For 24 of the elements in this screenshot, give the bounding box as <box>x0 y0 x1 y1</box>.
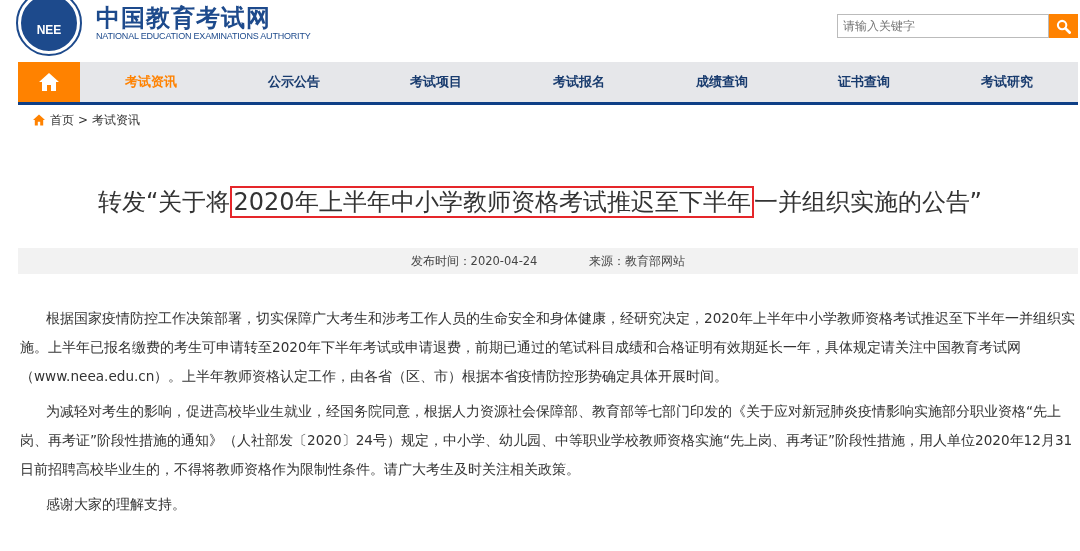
nav-tab[interactable]: 公示公告 <box>222 62 366 102</box>
nav-tab[interactable]: 考试研究 <box>935 62 1079 102</box>
site-name: 中国教育考试网 <box>96 4 272 32</box>
publish-date: 发布时间：2020-04-24 <box>410 252 538 270</box>
home-icon <box>32 114 46 126</box>
search-icon <box>1056 18 1071 34</box>
breadcrumb-link[interactable]: 首页 <box>50 111 74 129</box>
breadcrumb-separator: > <box>78 112 89 129</box>
breadcrumb-link[interactable]: 考试资讯 <box>92 111 141 129</box>
article-paragraph: 为减轻对考生的影响，促进高校毕业生就业，经国务院同意，根据人力资源社会保障部、教育部等七部门印发的《关于应对新冠肺炎疫情影响实施部分职业资格“先上岗、再考证”阶段性措施的通知》（人社部发〔2020〕24号）规定，中小学、幼儿园、中等职业学校教师资格实施“先上岗、再考证”阶段性措施，用人单位2020年12月31日前招聘高校毕业生的，不得将教师资格作为限制性条件。请广大考生及时关注相关政策。 <box>19 402 1074 480</box>
home-icon <box>38 72 60 92</box>
home-button[interactable] <box>18 62 80 102</box>
article-paragraph: 感谢大家的理解支持。 <box>45 495 187 515</box>
nav-tab[interactable]: 考试项目 <box>365 62 508 102</box>
article-source: 来源：教育部网站 <box>589 252 686 270</box>
article-paragraph: 根据国家疫情防控工作决策部署，切实保障广大考生和涉考工作人员的生命安全和身体健康，经研究决定，2020年上半年中小学教师资格考试推迟至下半年一并组织实施。上半年已报名缴费的考生可申请转至2020年下半年考试或申请退费，前期已通过的笔试科目成绩和合格证明有效期延长一年，具体规定请关注中国教育考试网（www.neea.edu.cn）。上半年教师资格认定工作，由各省（区、市）根据本省疫情防控形势确定具体开展时间。 <box>19 309 1076 387</box>
logo[interactable]: NEE <box>18 0 80 54</box>
site-subtitle: NATIONAL EDUCATION EXAMINATIONS AUTHORITY <box>96 31 311 42</box>
nav-tab[interactable]: 证书查询 <box>792 62 936 102</box>
nav-tab[interactable]: 考试报名 <box>507 62 651 102</box>
search-button[interactable] <box>1049 14 1078 38</box>
search-field[interactable]: 请输入关键字 <box>837 14 1049 38</box>
nav-tab[interactable]: 成绩查询 <box>650 62 793 102</box>
article-title: 转发“关于将 2020年上半年中小学教师资格考试推迟至下半年 一并组织实施的公告” <box>97 187 983 219</box>
